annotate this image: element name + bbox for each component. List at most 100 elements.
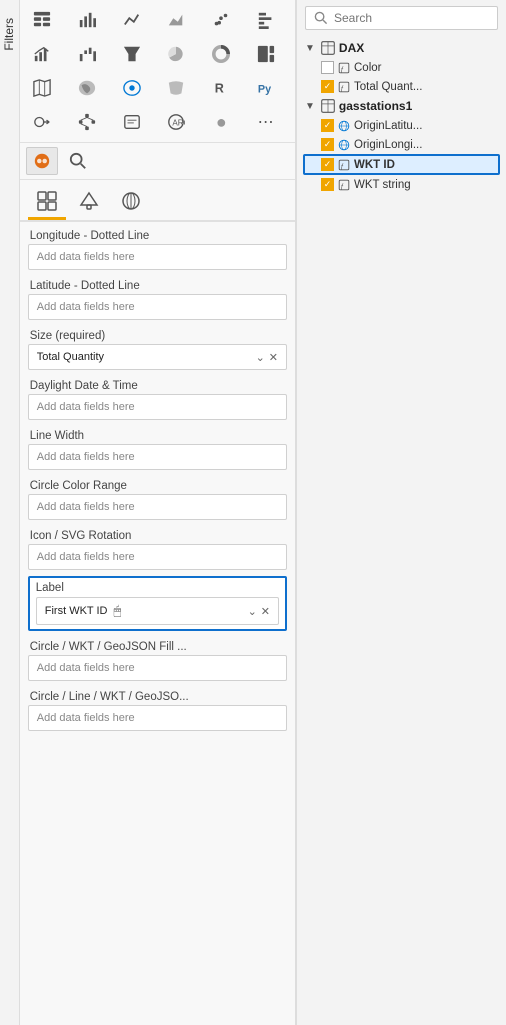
icon-treemap[interactable] <box>248 38 284 70</box>
checkbox-origin-latu[interactable] <box>321 119 334 132</box>
tree-item-color-label: Color <box>354 62 381 74</box>
field-placeholder-longitude-dotted: Add data fields here <box>37 251 135 263</box>
checkbox-total-quant[interactable] <box>321 80 334 93</box>
icon-decomp-tree[interactable] <box>69 106 105 138</box>
field-label-circle-color-range: Circle Color Range <box>28 476 287 494</box>
icon-custom-visual-selected[interactable] <box>26 147 58 175</box>
icon-custom[interactable]: ● <box>203 106 239 138</box>
icon-bar-horiz[interactable] <box>248 4 284 36</box>
field-label-longitude-dotted: Longitude - Dotted Line <box>28 226 287 244</box>
tree-item-wkt-id[interactable]: ƒ WKT ID <box>303 154 500 175</box>
icon-py-visual[interactable]: Py <box>248 72 284 104</box>
field-label-latitude-dotted: Latitude - Dotted Line <box>28 276 287 294</box>
field-label-circle-wkt-fill: Circle / WKT / GeoJSON Fill ... <box>28 637 287 655</box>
field-label-size-required: Size (required) <box>28 326 287 344</box>
field-dropzone-circle-color-range[interactable]: Add data fields here <box>28 494 287 520</box>
field-dropzone-daylight-datetime[interactable]: Add data fields here <box>28 394 287 420</box>
clear-icon[interactable]: ✕ <box>269 351 278 364</box>
field-dropzone-latitude-dotted[interactable]: Add data fields here <box>28 294 287 320</box>
icon-combo[interactable] <box>24 38 60 70</box>
calc-icon-wkt-id: ƒ <box>338 159 350 171</box>
tab-analytics[interactable] <box>112 184 150 220</box>
field-value-size-required: Total Quantity <box>37 351 104 363</box>
tree-item-wkt-string[interactable]: ƒ WKT string <box>303 175 500 194</box>
table-icon-gasstations <box>321 99 335 113</box>
svg-text:R: R <box>215 82 224 96</box>
clear-icon-label[interactable]: ✕ <box>261 605 270 618</box>
field-dropzone-icon-svg-rotation[interactable]: Add data fields here <box>28 544 287 570</box>
field-dropzone-label[interactable]: First WKT ID 🖱 ⌄ ✕ <box>36 597 279 625</box>
field-group-longitude-dotted: Longitude - Dotted Line Add data fields … <box>28 226 287 270</box>
field-dropzone-circle-wkt-fill[interactable]: Add data fields here <box>28 655 287 681</box>
field-group-circle-wkt-fill: Circle / WKT / GeoJSON Fill ... Add data… <box>28 637 287 681</box>
field-controls-label[interactable]: ⌄ ✕ <box>248 605 270 618</box>
icon-donut[interactable] <box>203 38 239 70</box>
icon-panel: R Py ARC ● ⋯ <box>20 0 296 1025</box>
checkbox-origin-longi[interactable] <box>321 138 334 151</box>
tree-item-origin-latu[interactable]: OriginLatitu... <box>303 116 500 135</box>
label-section: Label First WKT ID 🖱 ⌄ ✕ <box>28 576 287 631</box>
svg-text:ƒ: ƒ <box>340 183 344 190</box>
filters-label: Filters <box>0 10 18 59</box>
tree-item-origin-longi[interactable]: OriginLongi... <box>303 135 500 154</box>
tab-format[interactable] <box>70 184 108 220</box>
field-dropzone-line-width[interactable]: Add data fields here <box>28 444 287 470</box>
tab-bar <box>20 180 295 222</box>
tree-group-gasstations-label: gasstations1 <box>339 99 412 113</box>
tree-group-gasstations[interactable]: ▼ gasstations1 <box>303 96 500 116</box>
field-group-latitude-dotted: Latitude - Dotted Line Add data fields h… <box>28 276 287 320</box>
field-dropzone-size-required[interactable]: Total Quantity ⌄ ✕ <box>28 344 287 370</box>
tree-item-wkt-string-label: WKT string <box>354 179 411 191</box>
icon-line-chart[interactable] <box>114 4 150 36</box>
field-label-circle-line-wkt: Circle / Line / WKT / GeoJSO... <box>28 687 287 705</box>
icon-filled-map[interactable] <box>69 72 105 104</box>
icon-waterfall[interactable] <box>69 38 105 70</box>
field-placeholder-circle-line-wkt: Add data fields here <box>37 712 135 724</box>
icon-grid-1: R Py ARC ● ⋯ <box>20 0 295 143</box>
svg-text:Py: Py <box>258 84 271 96</box>
icon-funnel[interactable] <box>114 38 150 70</box>
filters-tab[interactable]: Filters <box>0 0 20 1025</box>
search-input[interactable] <box>334 11 489 25</box>
field-group-line-width: Line Width Add data fields here <box>28 426 287 470</box>
field-label-label: Label <box>36 582 279 597</box>
tree-item-total-quant[interactable]: ƒ Total Quant... <box>303 77 500 96</box>
icon-area-chart[interactable] <box>158 4 194 36</box>
icon-more[interactable]: ⋯ <box>248 106 284 138</box>
tree-item-origin-longi-label: OriginLongi... <box>354 139 422 151</box>
field-dropzone-circle-line-wkt[interactable]: Add data fields here <box>28 705 287 731</box>
field-group-daylight-datetime: Daylight Date & Time Add data fields her… <box>28 376 287 420</box>
right-panel: ▼ DAX ƒ Color ƒ Total Quant... <box>296 0 506 1025</box>
calc-icon-total-quant: ƒ <box>338 81 350 93</box>
icon-pie[interactable] <box>158 38 194 70</box>
icon-smart-narr[interactable] <box>114 106 150 138</box>
icon-scatter[interactable] <box>203 4 239 36</box>
tree-item-origin-latu-label: OriginLatitu... <box>354 120 422 132</box>
field-controls-size-required[interactable]: ⌄ ✕ <box>256 351 278 364</box>
field-group-circle-line-wkt: Circle / Line / WKT / GeoJSO... Add data… <box>28 687 287 731</box>
tree-item-wkt-id-label: WKT ID <box>354 159 395 171</box>
icon-azure-map[interactable] <box>114 72 150 104</box>
checkbox-color[interactable] <box>321 61 334 74</box>
tree-item-color[interactable]: ƒ Color <box>303 58 500 77</box>
icon-shape-map[interactable] <box>158 72 194 104</box>
tab-fields[interactable] <box>28 184 66 220</box>
field-label-line-width: Line Width <box>28 426 287 444</box>
icon-row2 <box>20 143 295 180</box>
tree-group-dax-label: DAX <box>339 41 364 55</box>
field-group-icon-svg-rotation: Icon / SVG Rotation Add data fields here <box>28 526 287 570</box>
tree-group-dax[interactable]: ▼ DAX <box>303 38 500 58</box>
icon-map[interactable] <box>24 72 60 104</box>
icon-table[interactable] <box>24 4 60 36</box>
checkbox-wkt-string[interactable] <box>321 178 334 191</box>
search-bar[interactable] <box>305 6 498 30</box>
icon-key-influencers[interactable] <box>24 106 60 138</box>
field-dropzone-longitude-dotted[interactable]: Add data fields here <box>28 244 287 270</box>
icon-search-visuals[interactable] <box>62 147 94 175</box>
icon-r-visual[interactable]: R <box>203 72 239 104</box>
checkbox-wkt-id[interactable] <box>321 158 334 171</box>
icon-bar-chart[interactable] <box>69 4 105 36</box>
icon-esri[interactable]: ARC <box>158 106 194 138</box>
field-placeholder-circle-color-range: Add data fields here <box>37 501 135 513</box>
chevron-gasstations: ▼ <box>305 101 315 112</box>
